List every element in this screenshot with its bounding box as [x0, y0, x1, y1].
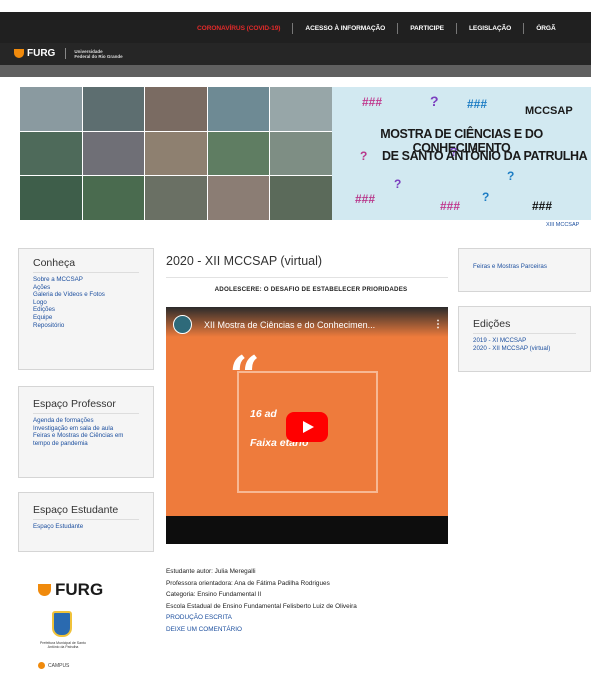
nav-separator: [292, 23, 294, 34]
edicoes-title: Edições: [473, 318, 576, 334]
link-feiras-pandemia[interactable]: Feiras e Mostras de Ciências em tempo de…: [33, 432, 135, 447]
photo: [82, 176, 145, 220]
nav-coronavirus-link[interactable]: CORONAVÍRUS (COVID-19): [197, 25, 281, 32]
grey-strip: [0, 65, 591, 77]
prefeitura-crest-icon[interactable]: [52, 611, 72, 637]
top-navigation-bar: CORONAVÍRUS (COVID-19) ACESSO À INFORMAÇ…: [0, 12, 591, 43]
channel-avatar-icon[interactable]: [173, 315, 192, 334]
campus-logo-icon: [38, 662, 45, 669]
nav-separator: [523, 23, 525, 34]
espaco-professor-title: Espaço Professor: [33, 398, 139, 414]
nav-participe-link[interactable]: PARTICIPE: [410, 25, 444, 32]
conheca-title: Conheça: [33, 257, 139, 273]
prefeitura-name: Prefeitura Municipal de Santo Antônio da…: [40, 641, 86, 649]
photo: [145, 131, 207, 176]
photo: [270, 87, 332, 131]
espaco-estudante-title: Espaço Estudante: [33, 504, 139, 520]
link-equipe[interactable]: Equipe: [33, 314, 139, 322]
university-name: Universidade Federal do Rio Grande: [74, 49, 122, 59]
page-title: 2020 - XII MCCSAP (virtual): [166, 254, 323, 268]
project-title: ADOLESCERE: O DESAFIO DE ESTABELECER PRI…: [214, 286, 408, 293]
photo: [207, 131, 270, 176]
campus-logo-text: CAMPUS: [48, 662, 70, 669]
decor-hash-icon: ###: [532, 199, 553, 213]
quote-icon: “: [229, 344, 261, 408]
link-feiras-parceiras[interactable]: Feiras e Mostras Parceiras: [473, 263, 576, 271]
photo: [20, 87, 82, 131]
link-repositorio[interactable]: Repositório: [33, 322, 139, 330]
video-title[interactable]: XII Mostra de Ciências e do Conhecimen..…: [204, 320, 375, 330]
top-nav: CORONAVÍRUS (COVID-19) ACESSO À INFORMAÇ…: [197, 22, 556, 35]
link-acoes[interactable]: Ações: [33, 284, 139, 292]
decor-question-icon: ?: [507, 169, 515, 183]
conheca-widget: Conheça Sobre a MCCSAP Ações Galeria de …: [18, 248, 154, 370]
banner-title-art: ### ? ### ? ? ? ### ### ? ? ### MCCSAP M…: [332, 87, 591, 220]
furg-footer-logo[interactable]: FURG: [38, 580, 103, 600]
link-agenda-formacoes[interactable]: Agenda de formações: [33, 417, 139, 425]
link-galeria[interactable]: Galeria de Vídeos e Fotos: [33, 291, 139, 299]
decor-question-icon: ?: [430, 93, 439, 109]
nav-orgaos-link[interactable]: ÓRGÃ: [536, 25, 555, 32]
nav-legislacao-link[interactable]: LEGISLAÇÃO: [469, 25, 511, 32]
banner-caption-link[interactable]: XIII MCCSAP: [546, 222, 579, 228]
nav-separator: [455, 23, 457, 34]
link-logo[interactable]: Logo: [33, 299, 139, 307]
university-line-2: Federal do Rio Grande: [74, 53, 123, 59]
decor-question-icon: ?: [482, 190, 490, 204]
title-divider: [166, 277, 448, 278]
video-text-line-1: 16 ad: [250, 408, 277, 420]
furg-logo-icon: [14, 49, 24, 58]
furg-logo[interactable]: FURG Universidade Federal do Rio Grande: [14, 48, 123, 59]
furg-logo-text: FURG: [27, 48, 56, 59]
photo: [145, 176, 207, 220]
banner-photo-collage: [20, 87, 332, 220]
project-info: Estudante autor: Julia Meregalli Profess…: [166, 566, 357, 636]
link-deixe-comentario[interactable]: DEIXE UM COMENTÁRIO: [166, 624, 357, 636]
header-banner: ### ? ### ? ? ? ### ### ? ? ### MCCSAP M…: [20, 87, 591, 220]
info-student: Estudante autor: Julia Meregalli: [166, 568, 256, 575]
edicoes-widget: Edições 2019 - XI MCCSAP 2020 - XII MCCS…: [458, 306, 591, 372]
video-menu-icon[interactable]: ⋮: [433, 319, 443, 330]
photo: [270, 131, 332, 176]
link-producao-escrita[interactable]: PRODUÇÃO ESCRITA: [166, 612, 357, 624]
link-sobre[interactable]: Sobre a MCCSAP: [33, 276, 139, 284]
brand-bar: FURG Universidade Federal do Rio Grande: [0, 43, 591, 65]
banner-acronym: MCCSAP: [525, 105, 573, 117]
link-2019[interactable]: 2019 - XI MCCSAP: [473, 337, 576, 345]
parceiras-widget: Feiras e Mostras Parceiras: [458, 248, 591, 292]
furg-footer-logo-text: FURG: [55, 580, 104, 599]
espaco-professor-widget: Espaço Professor Agenda de formações Inv…: [18, 386, 154, 478]
decor-hash-icon: ###: [467, 97, 488, 111]
campus-logo[interactable]: CAMPUS: [38, 662, 69, 669]
photo: [207, 87, 270, 131]
decor-hash-icon: ###: [362, 95, 383, 109]
link-espaco-estudante[interactable]: Espaço Estudante: [33, 523, 139, 531]
espaco-estudante-widget: Espaço Estudante Espaço Estudante: [18, 492, 154, 552]
photo: [20, 131, 82, 176]
logo-divider: [65, 48, 67, 59]
nav-separator: [397, 23, 399, 34]
link-2020[interactable]: 2020 - XII MCCSAP (virtual): [473, 345, 576, 353]
decor-question-icon: ?: [394, 177, 402, 191]
photo: [20, 176, 82, 220]
photo: [207, 176, 270, 220]
photo: [82, 87, 145, 131]
play-button-icon[interactable]: [286, 412, 328, 442]
photo: [270, 176, 332, 220]
nav-acesso-informacao-link[interactable]: ACESSO À INFORMAÇÃO: [305, 25, 385, 32]
video-bottom-bar: [166, 516, 448, 544]
photo: [82, 131, 145, 176]
decor-hash-icon: ###: [440, 199, 461, 213]
info-category: Categoria: Ensino Fundamental II: [166, 591, 262, 599]
info-teacher: Professora orientadora: Ana de Fátima Pa…: [166, 579, 330, 587]
banner-title-line-2: DE SANTO ANTÔNIO DA PATRULHA: [382, 149, 588, 163]
info-school: Escola Estadual de Ensino Fundamental Fe…: [166, 602, 357, 610]
link-investigacao[interactable]: Investigação em sala de aula: [33, 425, 139, 433]
decor-hash-icon: ###: [355, 192, 376, 206]
link-edicoes[interactable]: Edições: [33, 306, 139, 314]
furg-logo-icon: [38, 584, 51, 596]
youtube-video-player[interactable]: XII Mostra de Ciências e do Conhecimen..…: [166, 307, 448, 544]
photo: [145, 87, 207, 131]
